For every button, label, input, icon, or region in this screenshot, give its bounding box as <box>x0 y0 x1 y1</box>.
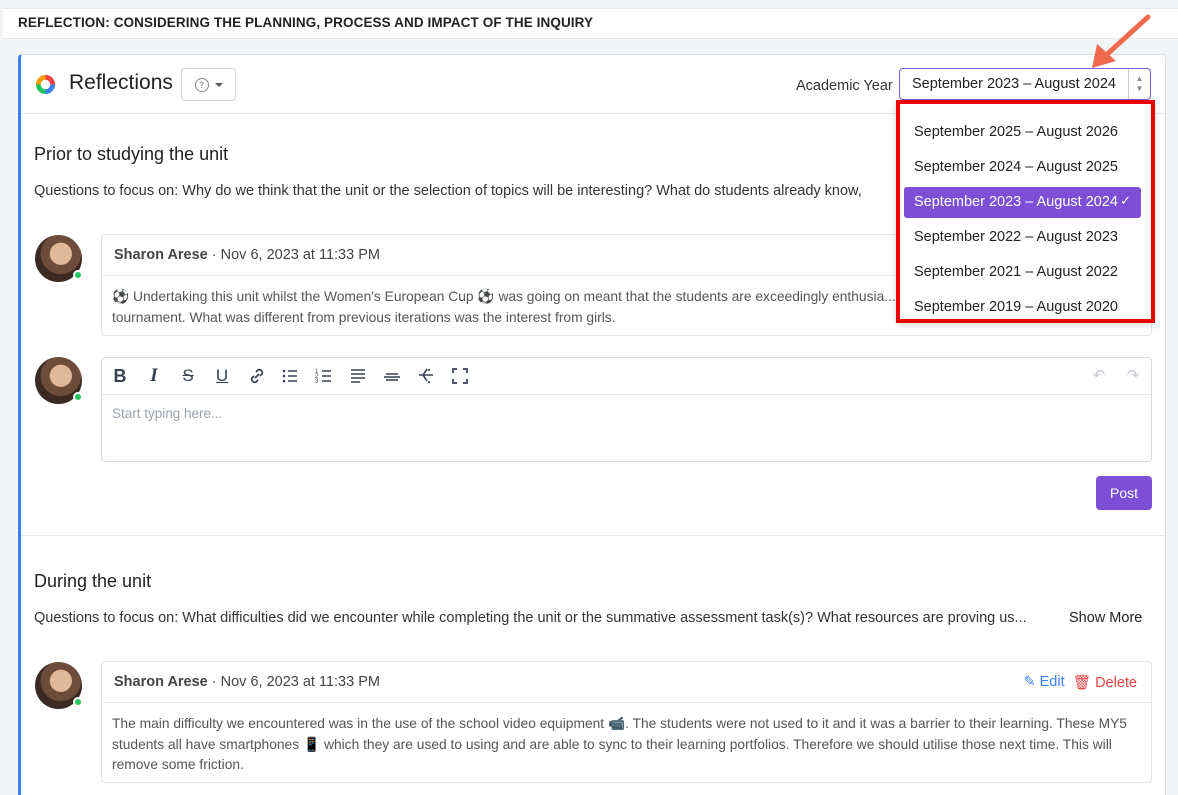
show-more-link[interactable]: Show More <box>1069 610 1142 626</box>
undo-icon[interactable]: ↶ <box>1089 366 1109 386</box>
comment-author: Sharon Arese <box>114 247 208 263</box>
option-label: September 2023 – August 2024 <box>914 194 1118 210</box>
reflections-logo-icon <box>35 74 56 95</box>
fullscreen-icon[interactable] <box>450 366 470 386</box>
academic-year-option[interactable]: September 2024 – August 2025 <box>904 152 1141 183</box>
comment-body: The main difficulty we encountered was i… <box>112 716 1127 772</box>
numbered-list-icon[interactable]: 123 <box>314 366 334 386</box>
redo-icon[interactable]: ↷ <box>1123 366 1143 386</box>
panel-title: Reflections <box>69 71 173 94</box>
academic-year-option[interactable]: September 2019 – August 2020 <box>904 292 1141 323</box>
academic-year-value: September 2023 – August 2024 <box>912 76 1116 92</box>
section-title-prior: Prior to studying the unit <box>34 144 229 164</box>
edit-label: Edit <box>1039 674 1065 690</box>
pencil-icon: ✎ <box>1023 674 1036 690</box>
avatar <box>35 662 83 709</box>
align-icon[interactable] <box>348 366 368 386</box>
svg-text:3: 3 <box>315 379 319 385</box>
academic-year-option-selected[interactable]: September 2023 – August 2024 ✓ <box>904 187 1141 218</box>
editor-input[interactable]: Start typing here... <box>102 395 1151 432</box>
academic-year-option[interactable]: September 2025 – August 2026 <box>904 117 1141 148</box>
academic-year-option[interactable]: September 2022 – August 2023 <box>904 222 1141 253</box>
delete-button[interactable]: 🗑 Delete <box>1073 674 1137 691</box>
online-status-dot <box>73 392 83 402</box>
trash-icon: 🗑 <box>1072 675 1092 691</box>
bold-icon[interactable]: B <box>110 366 130 386</box>
help-dropdown-button[interactable]: ? <box>181 68 236 101</box>
post-button[interactable]: Post <box>1096 476 1152 510</box>
section-divider <box>21 535 1165 536</box>
academic-year-label: Academic Year <box>796 78 893 94</box>
comment-date: · Nov 6, 2023 at 11:33 PM <box>207 247 380 263</box>
italic-icon[interactable]: I <box>144 366 164 386</box>
avatar <box>35 235 83 282</box>
annotation-arrow-icon <box>1092 14 1151 68</box>
check-icon: ✓ <box>1120 193 1131 208</box>
comment-actions: ✎ Edit 🗑 Delete <box>1023 674 1137 691</box>
chevron-down-icon <box>214 82 223 87</box>
comment-card: Sharon Arese · Nov 6, 2023 at 11:33 PM ✎… <box>101 661 1152 783</box>
edit-button[interactable]: ✎ Edit <box>1023 674 1064 691</box>
academic-year-dropdown: September 2025 – August 2026 September 2… <box>896 100 1155 323</box>
page-header: REFLECTION: CONSIDERING THE PLANNING, PR… <box>3 8 1178 39</box>
collapse-icon[interactable] <box>416 366 436 386</box>
horizontal-rule-icon[interactable] <box>382 366 402 386</box>
section-description-prior: Questions to focus on: Why do we think t… <box>34 183 862 199</box>
bullet-list-icon[interactable] <box>280 366 300 386</box>
comment-author: Sharon Arese <box>114 674 208 690</box>
underline-icon[interactable]: U <box>212 366 232 386</box>
section-title-during: During the unit <box>34 571 152 591</box>
comment-editor[interactable]: B I S U 123 ↶ ↷ Start typing here... <box>101 357 1152 462</box>
help-icon: ? <box>194 77 209 92</box>
online-status-dot <box>73 270 83 280</box>
editor-toolbar: B I S U 123 ↶ ↷ <box>102 358 1151 395</box>
academic-year-option[interactable]: September 2021 – August 2022 <box>904 257 1141 288</box>
comment-date: · Nov 6, 2023 at 11:33 PM <box>207 674 380 690</box>
strikethrough-icon[interactable]: S <box>178 366 198 386</box>
comment-header: Sharon Arese · Nov 6, 2023 at 11:33 PM ✎… <box>102 662 1151 703</box>
avatar <box>35 357 83 404</box>
online-status-dot <box>73 697 83 707</box>
section-description-during: Questions to focus on: What difficulties… <box>34 610 1027 626</box>
link-icon[interactable] <box>247 366 267 386</box>
delete-label: Delete <box>1095 675 1137 691</box>
